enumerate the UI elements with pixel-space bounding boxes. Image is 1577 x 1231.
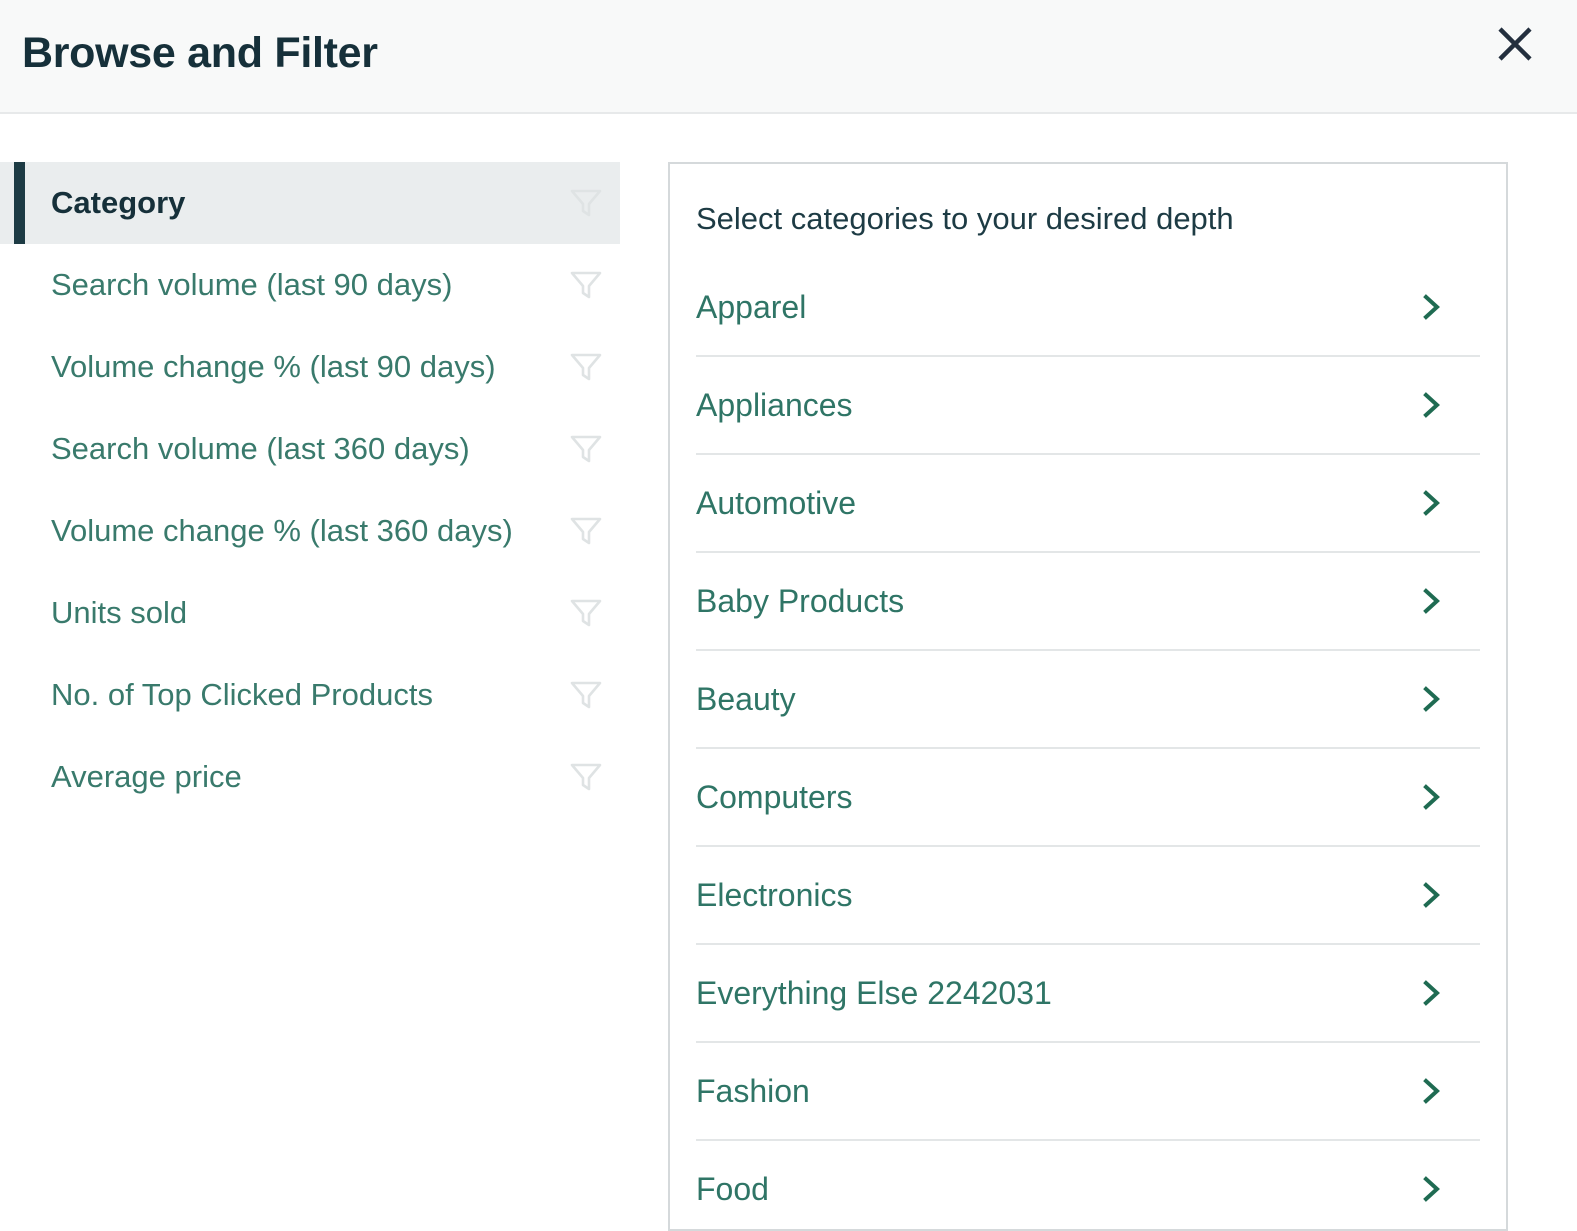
list-item[interactable]: Electronics — [696, 847, 1480, 946]
sidebar-item-label: Volume change % (last 360 days) — [51, 512, 513, 548]
filter-funnel-icon[interactable] — [566, 265, 606, 305]
filter-funnel-icon[interactable] — [566, 511, 606, 551]
sidebar-item-label: Category — [51, 184, 186, 220]
list-item[interactable]: Beauty — [696, 651, 1480, 750]
list-item[interactable]: Everything Else 2242031 — [696, 945, 1480, 1044]
list-item[interactable]: Computers — [696, 749, 1480, 848]
list-item[interactable]: Appliances — [696, 357, 1480, 456]
category-label: Appliances — [696, 386, 853, 423]
chevron-right-icon[interactable] — [1414, 976, 1448, 1010]
category-label: Everything Else 2242031 — [696, 974, 1052, 1011]
sidebar-item-label: Units sold — [51, 594, 188, 630]
chevron-right-icon[interactable] — [1414, 486, 1448, 520]
browse-and-filter-modal: Browse and Filter Category Search volume… — [0, 0, 1577, 1231]
modal-body: Category Search volume (last 90 days) Vo… — [0, 114, 1577, 1231]
panel-heading: Select categories to your desired depth — [696, 201, 1234, 236]
chevron-right-icon[interactable] — [1414, 1172, 1448, 1206]
sidebar-item-label: Volume change % (last 90 days) — [51, 348, 496, 384]
chevron-right-icon[interactable] — [1414, 682, 1448, 716]
category-label: Baby Products — [696, 582, 905, 619]
sidebar-item-average-price[interactable]: Average price — [0, 736, 620, 818]
modal-header: Browse and Filter — [0, 0, 1577, 114]
sidebar-item-label: Average price — [51, 758, 242, 794]
sidebar-item-volume-change-90[interactable]: Volume change % (last 90 days) — [0, 326, 620, 408]
category-label: Beauty — [696, 680, 796, 717]
category-label: Computers — [696, 778, 853, 815]
close-icon — [1493, 22, 1537, 66]
sidebar-item-volume-change-360[interactable]: Volume change % (last 360 days) — [0, 490, 620, 572]
chevron-right-icon[interactable] — [1414, 1074, 1448, 1108]
filter-funnel-icon[interactable] — [566, 183, 606, 223]
sidebar-item-top-clicked-products[interactable]: No. of Top Clicked Products — [0, 654, 620, 736]
category-label: Fashion — [696, 1072, 810, 1109]
chevron-right-icon[interactable] — [1414, 584, 1448, 618]
list-item[interactable]: Fashion — [696, 1043, 1480, 1142]
category-label: Food — [696, 1170, 769, 1207]
sidebar-item-search-volume-90[interactable]: Search volume (last 90 days) — [0, 244, 620, 326]
chevron-right-icon[interactable] — [1414, 780, 1448, 814]
chevron-right-icon[interactable] — [1414, 290, 1448, 324]
filter-funnel-icon[interactable] — [566, 757, 606, 797]
category-label: Electronics — [696, 876, 853, 913]
sidebar-item-label: Search volume (last 90 days) — [51, 266, 453, 302]
list-item[interactable]: Baby Products — [696, 553, 1480, 652]
sidebar-item-category[interactable]: Category — [0, 162, 620, 244]
sidebar-item-label: Search volume (last 360 days) — [51, 430, 470, 466]
list-item[interactable]: Food — [696, 1141, 1480, 1229]
filter-sidebar: Category Search volume (last 90 days) Vo… — [0, 162, 620, 818]
sidebar-item-label: No. of Top Clicked Products — [51, 676, 433, 712]
category-label: Apparel — [696, 288, 807, 325]
filter-funnel-icon[interactable] — [566, 675, 606, 715]
filter-funnel-icon[interactable] — [566, 593, 606, 633]
chevron-right-icon[interactable] — [1414, 878, 1448, 912]
list-item[interactable]: Apparel — [696, 259, 1480, 358]
sidebar-item-search-volume-360[interactable]: Search volume (last 360 days) — [0, 408, 620, 490]
filter-funnel-icon[interactable] — [566, 347, 606, 387]
close-button[interactable] — [1485, 14, 1545, 74]
category-label: Automotive — [696, 484, 857, 521]
list-item[interactable]: Automotive — [696, 455, 1480, 554]
chevron-right-icon[interactable] — [1414, 388, 1448, 422]
sidebar-item-units-sold[interactable]: Units sold — [0, 572, 620, 654]
filter-funnel-icon[interactable] — [566, 429, 606, 469]
category-panel: Select categories to your desired depth … — [668, 162, 1508, 1231]
category-list: Apparel Appliances Automotive Baby Produ… — [696, 259, 1480, 1229]
page-title: Browse and Filter — [22, 28, 378, 77]
